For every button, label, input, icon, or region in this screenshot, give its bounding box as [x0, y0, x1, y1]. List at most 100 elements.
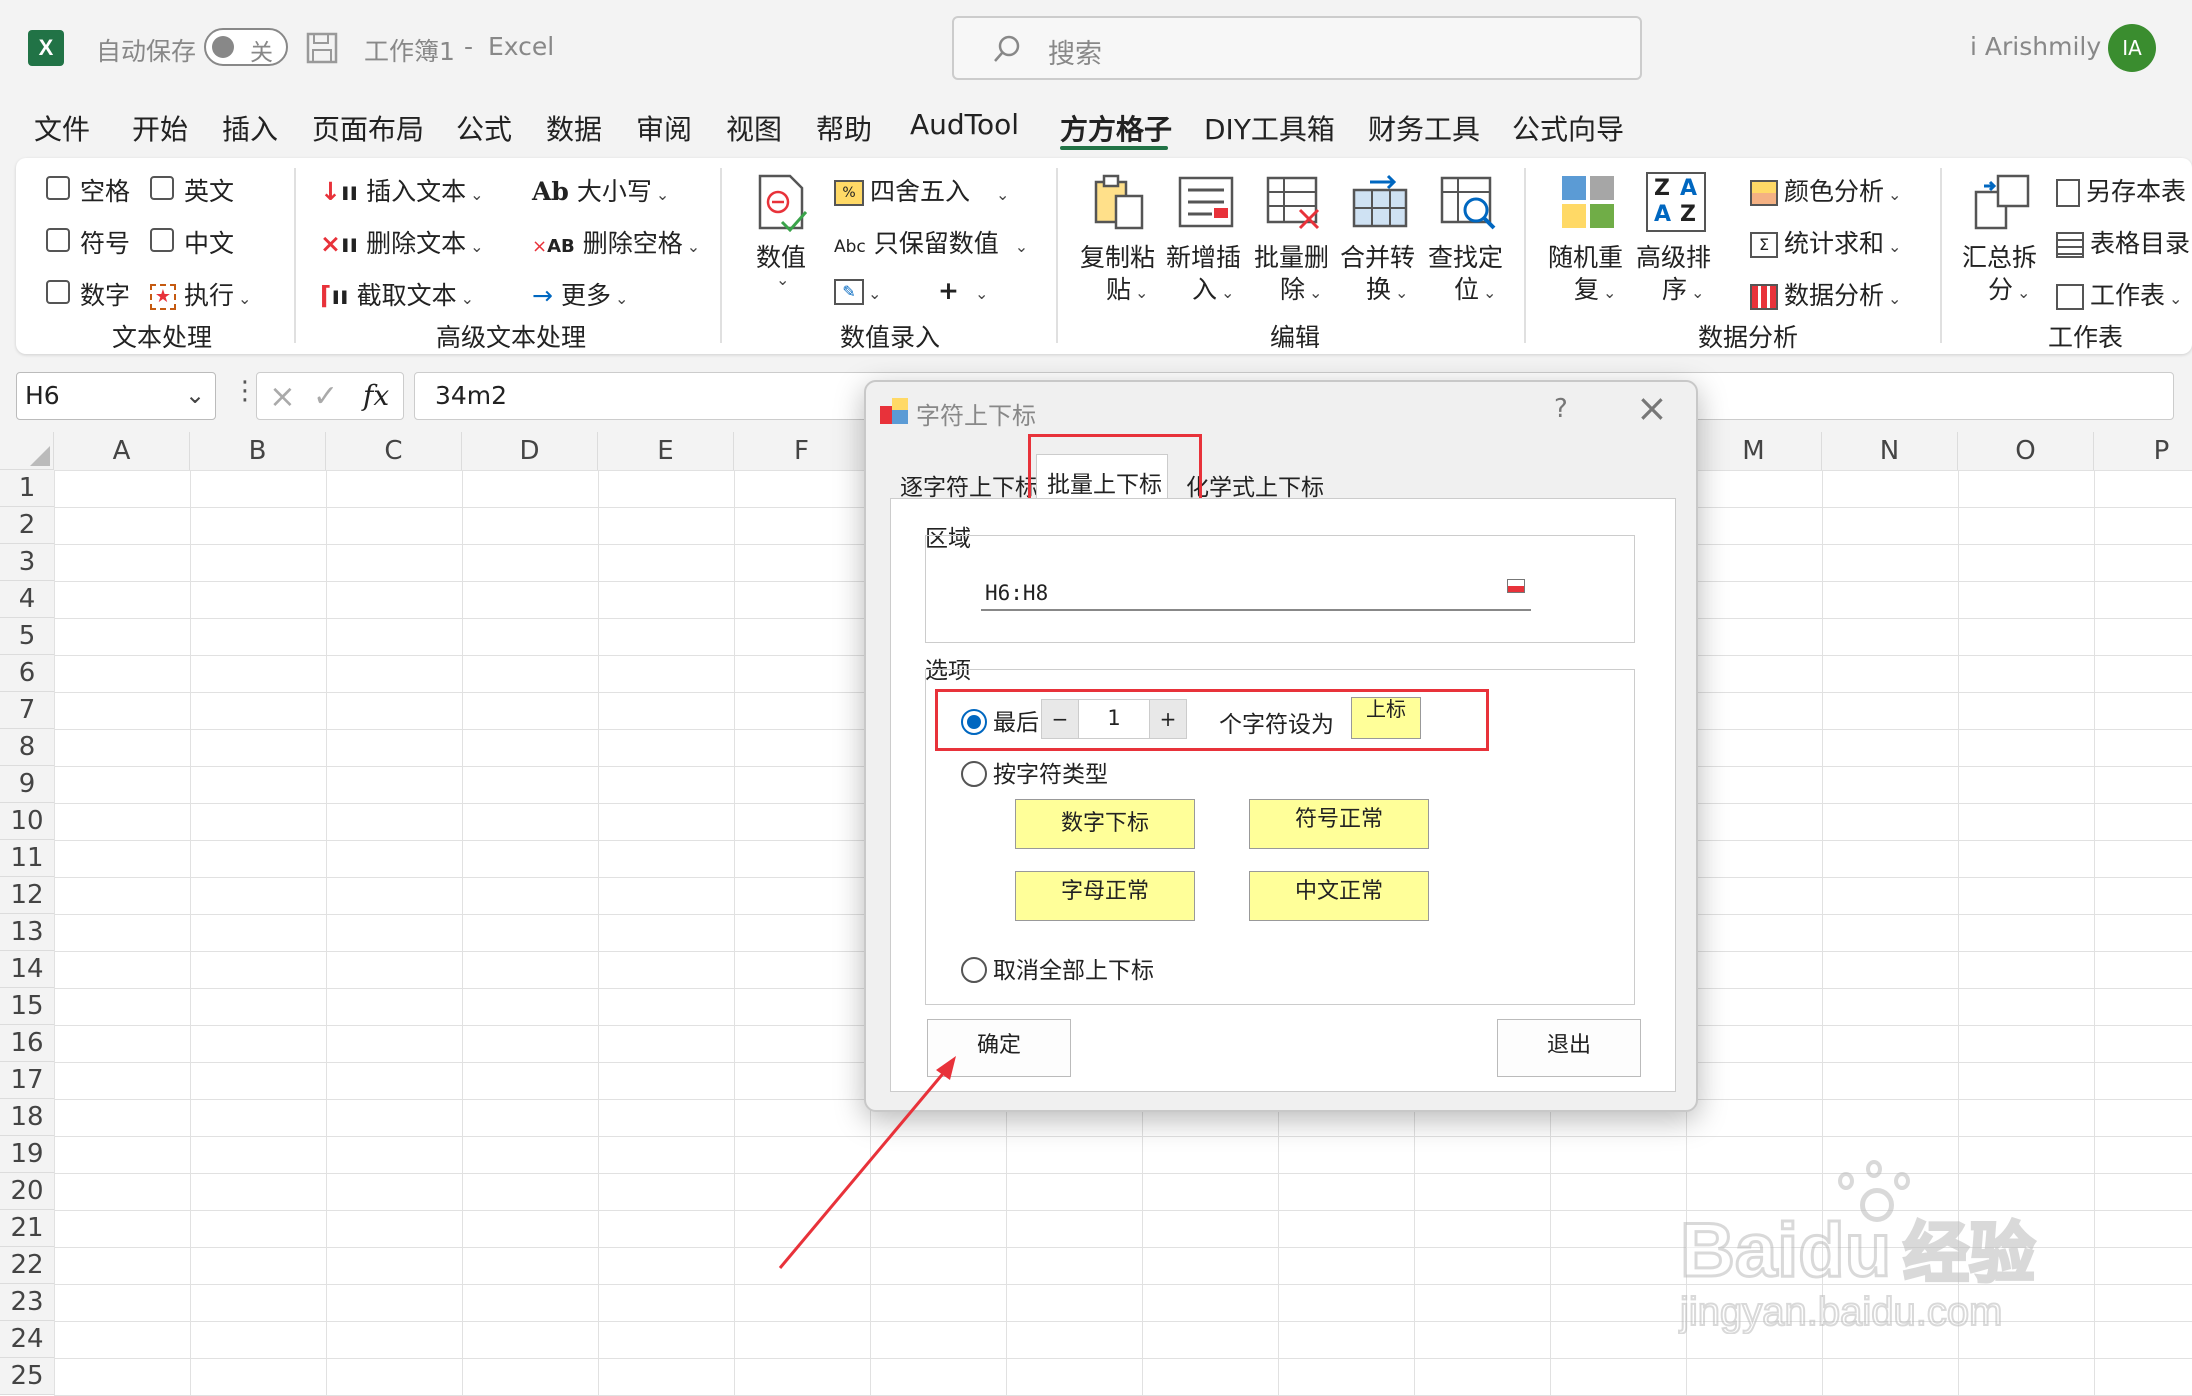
- row-header[interactable]: 16: [0, 1025, 54, 1062]
- menu-audtool[interactable]: AudTool: [910, 108, 1019, 141]
- save-icon[interactable]: [306, 32, 338, 64]
- menu-formulas[interactable]: 公式: [456, 108, 512, 148]
- new-insert-label[interactable]: 新增插: [1166, 238, 1241, 274]
- row-header[interactable]: 23: [0, 1284, 54, 1321]
- insert-text-button[interactable]: ↓ıı 插入文本 ⌄: [320, 172, 484, 208]
- column-header[interactable]: O: [1958, 432, 2094, 470]
- exit-button[interactable]: 退出: [1497, 1019, 1641, 1077]
- row-header[interactable]: 7: [0, 692, 54, 729]
- batch-delete-icon[interactable]: [1264, 172, 1324, 232]
- row-header[interactable]: 10: [0, 803, 54, 840]
- checkbox-space[interactable]: [46, 176, 70, 200]
- batch-delete-label[interactable]: 批量删: [1254, 238, 1329, 274]
- delete-space-button[interactable]: ×AB 删除空格 ⌄: [532, 224, 700, 260]
- chinese-normal-button[interactable]: 中文正常: [1249, 871, 1429, 921]
- cancel-icon[interactable]: ×: [269, 377, 296, 415]
- fx-icon[interactable]: fx: [363, 379, 389, 412]
- menu-finance-tools[interactable]: 财务工具: [1368, 108, 1480, 148]
- value-button-label[interactable]: 数值: [756, 238, 806, 274]
- row-header[interactable]: 18: [0, 1099, 54, 1136]
- new-insert-icon[interactable]: [1176, 172, 1236, 232]
- chevron-down-icon[interactable]: ⌄: [185, 381, 205, 409]
- checkbox-english[interactable]: [150, 176, 174, 200]
- menu-file[interactable]: 文件: [34, 108, 90, 148]
- row-header[interactable]: 24: [0, 1321, 54, 1358]
- column-header[interactable]: B: [190, 432, 326, 470]
- statistics-sum-button[interactable]: Σ 统计求和 ⌄: [1750, 224, 1901, 260]
- menu-view[interactable]: 视图: [726, 108, 782, 148]
- menu-formula-wizard[interactable]: 公式向导: [1512, 108, 1624, 148]
- help-button[interactable]: ?: [1554, 394, 1568, 424]
- summary-split-label[interactable]: 汇总拆: [1962, 238, 2037, 274]
- menu-diy-toolbox[interactable]: DIY工具箱: [1204, 108, 1335, 148]
- keep-numbers-button[interactable]: Abc 只保留数值 ⌄: [834, 224, 1028, 260]
- advanced-sort-label[interactable]: 高级排: [1636, 238, 1711, 274]
- advanced-sort-label-2[interactable]: 序 ⌄: [1662, 270, 1704, 306]
- copy-paste-icon[interactable]: [1090, 172, 1150, 232]
- table-of-contents-button[interactable]: 表格目录: [2056, 224, 2190, 260]
- excel-logo-icon[interactable]: X: [28, 30, 64, 66]
- menu-page-layout[interactable]: 页面布局: [312, 108, 424, 148]
- find-locate-label-2[interactable]: 位 ⌄: [1454, 270, 1496, 306]
- menu-review[interactable]: 审阅: [636, 108, 692, 148]
- region-input[interactable]: H6:H8: [981, 575, 1531, 611]
- value-icon[interactable]: [754, 172, 810, 232]
- close-icon[interactable]: ×: [1636, 386, 1668, 430]
- name-box[interactable]: H6 ⌄: [16, 372, 216, 420]
- row-header[interactable]: 9: [0, 766, 54, 803]
- random-repeat-label[interactable]: 随机重: [1548, 238, 1623, 274]
- data-analysis-button[interactable]: 数据分析 ⌄: [1750, 276, 1901, 312]
- plus-button[interactable]: + ⌄: [938, 276, 988, 305]
- merge-convert-label[interactable]: 合并转: [1340, 238, 1415, 274]
- user-name[interactable]: i Arishmily: [1970, 32, 2101, 61]
- menu-data[interactable]: 数据: [546, 108, 602, 148]
- row-header[interactable]: 12: [0, 877, 54, 914]
- row-header[interactable]: 3: [0, 544, 54, 581]
- batch-delete-label-2[interactable]: 除 ⌄: [1280, 270, 1322, 306]
- row-header[interactable]: 8: [0, 729, 54, 766]
- delete-text-button[interactable]: ×ıı 删除文本 ⌄: [320, 224, 484, 260]
- row-header[interactable]: 2: [0, 507, 54, 544]
- menu-insert[interactable]: 插入: [222, 108, 278, 148]
- find-locate-icon[interactable]: [1438, 172, 1498, 232]
- round-button[interactable]: % 四舍五入 ⌄: [834, 172, 1009, 208]
- case-button[interactable]: Ab 大小写 ⌄: [532, 172, 669, 208]
- radio-by-char-type[interactable]: [961, 761, 987, 787]
- checkbox-number[interactable]: [46, 280, 70, 304]
- column-header[interactable]: P: [2094, 432, 2192, 470]
- random-repeat-label-2[interactable]: 复 ⌄: [1574, 270, 1616, 306]
- row-header[interactable]: 6: [0, 655, 54, 692]
- merge-convert-label-2[interactable]: 换 ⌄: [1366, 270, 1408, 306]
- merge-convert-icon[interactable]: [1350, 172, 1410, 232]
- range-picker-icon[interactable]: [1507, 579, 1525, 593]
- tab-chemical-formula[interactable]: 化学式上下标: [1186, 468, 1324, 502]
- row-header[interactable]: 1: [0, 470, 54, 507]
- find-locate-label[interactable]: 查找定: [1428, 238, 1503, 274]
- save-sheet-as-button[interactable]: 另存本表: [2056, 172, 2186, 208]
- color-analysis-button[interactable]: 颜色分析 ⌄: [1750, 172, 1901, 208]
- row-header[interactable]: 13: [0, 914, 54, 951]
- row-header[interactable]: 25: [0, 1358, 54, 1395]
- autosave-toggle[interactable]: 关: [204, 28, 288, 66]
- column-header[interactable]: N: [1822, 432, 1958, 470]
- edit-form-button[interactable]: ✎ ⌄: [834, 276, 881, 305]
- row-header[interactable]: 15: [0, 988, 54, 1025]
- row-header[interactable]: 11: [0, 840, 54, 877]
- chevron-down-icon[interactable]: ⌄: [776, 270, 789, 289]
- ok-button[interactable]: 确定: [927, 1019, 1071, 1077]
- tab-per-character[interactable]: 逐字符上下标: [900, 468, 1038, 502]
- more-button[interactable]: → 更多 ⌄: [532, 276, 628, 312]
- row-header[interactable]: 5: [0, 618, 54, 655]
- row-header[interactable]: 4: [0, 581, 54, 618]
- checkbox-chinese[interactable]: [150, 228, 174, 252]
- menu-help[interactable]: 帮助: [816, 108, 872, 148]
- menu-home[interactable]: 开始: [132, 108, 188, 148]
- column-header[interactable]: A: [54, 432, 190, 470]
- row-header[interactable]: 19: [0, 1136, 54, 1173]
- more-options-icon[interactable]: ⋮: [232, 376, 258, 406]
- symbol-normal-button[interactable]: 符号正常: [1249, 799, 1429, 849]
- advanced-sort-icon[interactable]: Z A A Z: [1646, 172, 1706, 232]
- new-insert-label-2[interactable]: 入 ⌄: [1192, 270, 1234, 306]
- summary-split-label-2[interactable]: 分 ⌄: [1988, 270, 2030, 306]
- column-header[interactable]: D: [462, 432, 598, 470]
